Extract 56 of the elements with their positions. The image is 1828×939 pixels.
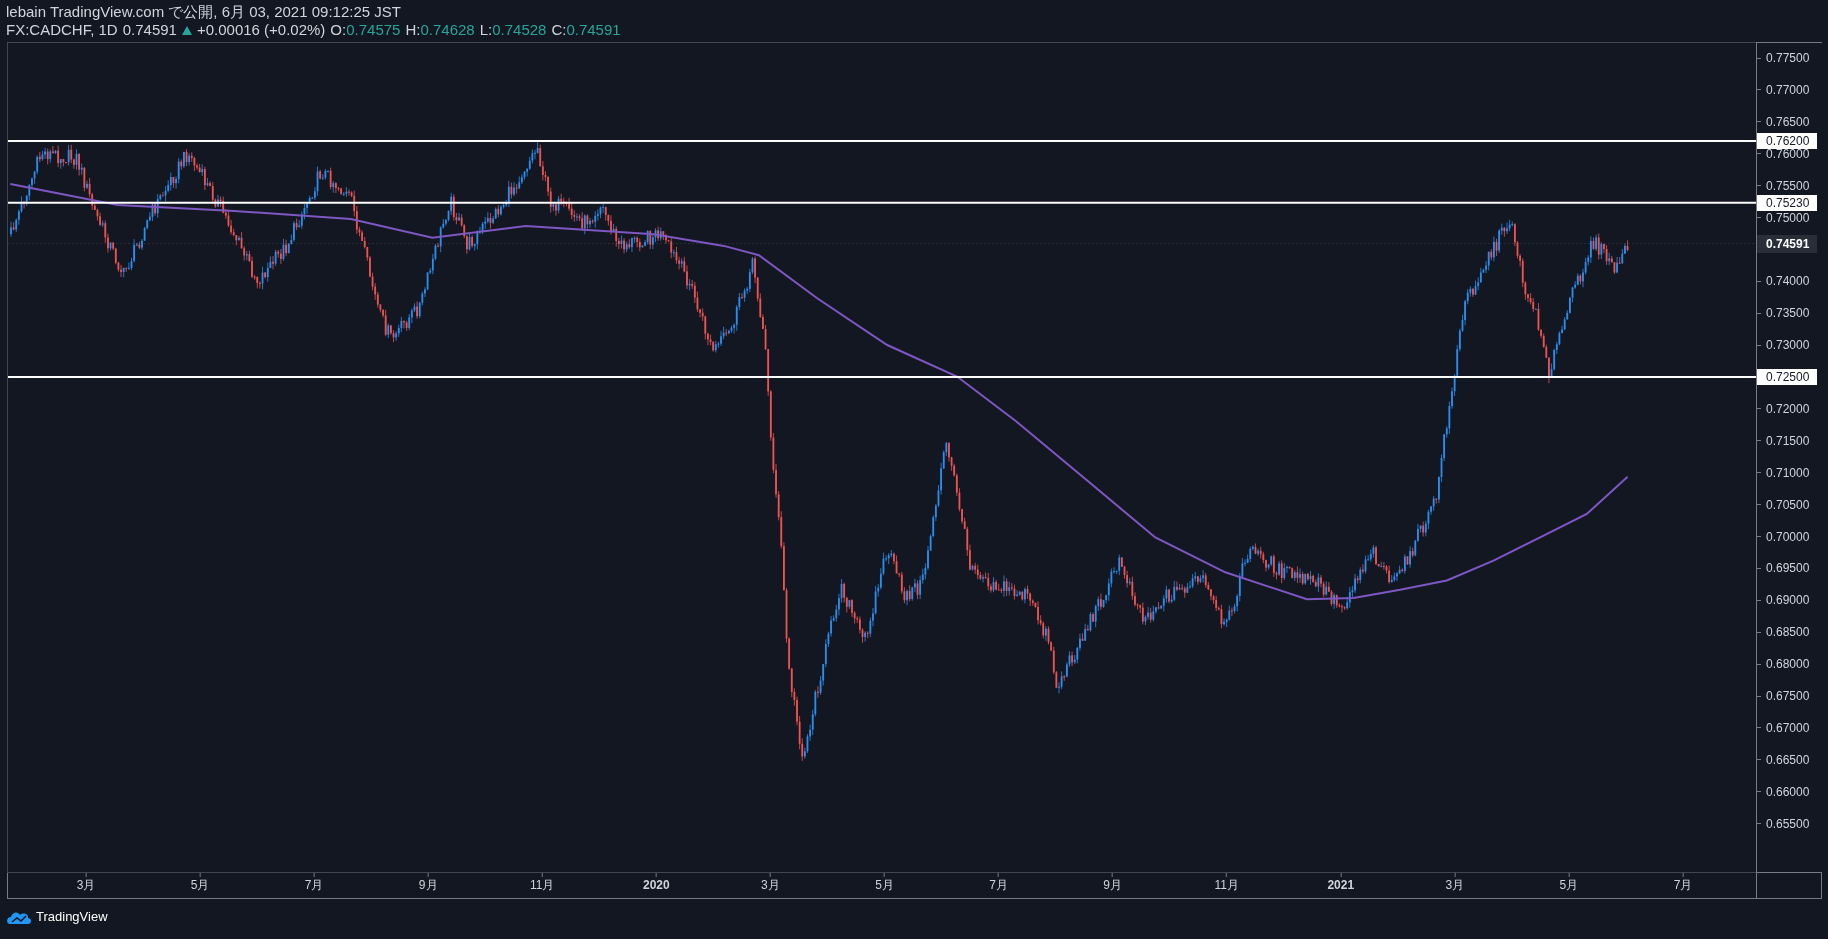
time-label: 3月 xyxy=(761,877,780,893)
price-tick: 0.66000 xyxy=(1766,783,1810,800)
symbol-label: FX:CADCHF, 1D xyxy=(6,21,118,39)
price-tick: 0.76500 xyxy=(1766,113,1810,130)
price-tick: 0.69500 xyxy=(1766,560,1810,577)
time-label: 7月 xyxy=(989,877,1008,893)
ohlc-value: 0.74575 xyxy=(346,21,401,39)
ohlc-value: 0.74528 xyxy=(492,21,547,39)
last-price: 0.74591 xyxy=(122,21,177,39)
time-label: 2021 xyxy=(1327,877,1355,893)
price-tick: 0.73000 xyxy=(1766,337,1810,354)
ohlc-value: 0.74591 xyxy=(566,21,621,39)
horizontal-level-line[interactable] xyxy=(8,139,1757,142)
time-label: 9月 xyxy=(418,877,438,893)
price-tick: 0.77000 xyxy=(1766,81,1810,98)
price-tick: 0.65500 xyxy=(1766,815,1810,832)
brand-name: TradingView xyxy=(36,908,108,926)
ohlc-key: H: xyxy=(405,21,421,39)
time-label: 2020 xyxy=(643,877,670,893)
price-tick: 0.77500 xyxy=(1766,50,1810,66)
publish-info: lebain TradingView.com で公開, 6月 03, 2021 09:12:25 JST xyxy=(6,3,401,21)
time-label: 11月 xyxy=(1214,877,1239,893)
price-tick: 0.73500 xyxy=(1766,305,1810,322)
price-tick: 0.66500 xyxy=(1766,751,1810,768)
ohlc-value: 0.74628 xyxy=(420,21,475,39)
price-tick: 0.68500 xyxy=(1766,624,1810,641)
ohlc-key: L: xyxy=(479,21,493,39)
price-tick: 0.72000 xyxy=(1766,400,1810,417)
price-tick: 0.68000 xyxy=(1766,656,1810,673)
price-tick: 0.67000 xyxy=(1766,719,1810,736)
level-price-label: 0.76200 xyxy=(1757,132,1817,149)
time-label: 5月 xyxy=(875,877,894,893)
price-tick: 0.71000 xyxy=(1766,464,1810,481)
time-label: 5月 xyxy=(190,877,210,893)
current-price-label: 0.74591 xyxy=(1757,234,1817,253)
ohlc-key: C: xyxy=(551,21,567,39)
level-price-label: 0.72500 xyxy=(1757,369,1817,385)
time-label: 7月 xyxy=(304,877,324,893)
ohlc-key: O: xyxy=(330,21,347,39)
level-price-label: 0.75230 xyxy=(1757,194,1817,211)
price-tick: 0.75000 xyxy=(1766,209,1810,226)
price-tick: 0.74000 xyxy=(1766,273,1810,290)
time-label: 5月 xyxy=(1559,877,1579,893)
time-label: 3月 xyxy=(76,877,96,893)
price-change: +0.00016 (+0.02%) xyxy=(196,21,326,39)
price-tick: 0.71500 xyxy=(1766,432,1810,449)
time-label: 3月 xyxy=(1445,877,1465,893)
time-label: 11月 xyxy=(530,877,555,893)
price-tick: 0.69000 xyxy=(1766,592,1810,609)
price-tick: 0.75500 xyxy=(1766,177,1810,194)
price-tick: 0.67500 xyxy=(1766,688,1810,704)
horizontal-level-line[interactable] xyxy=(8,201,1757,204)
time-label: 9月 xyxy=(1103,877,1122,893)
price-tick: 0.70000 xyxy=(1766,528,1810,545)
time-label: 7月 xyxy=(1673,877,1693,893)
price-tick: 0.70500 xyxy=(1766,496,1810,513)
